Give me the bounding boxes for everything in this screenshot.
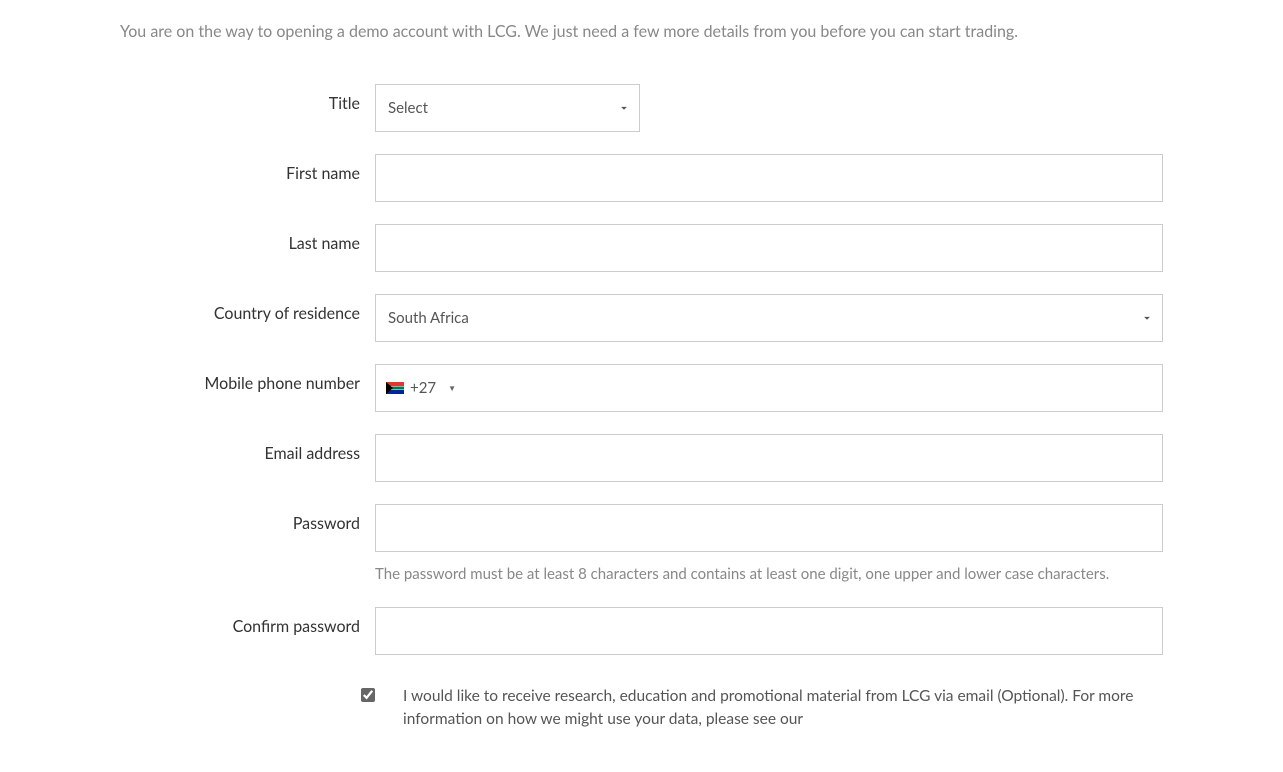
password-row: Password The password must be at least 8… (120, 504, 1163, 585)
phone-input-wrap[interactable]: +27 ▼ (375, 364, 1163, 412)
south-africa-flag-icon (386, 382, 404, 394)
marketing-consent-checkbox[interactable] (361, 688, 375, 702)
marketing-consent-row: I would like to receive research, educat… (120, 685, 1163, 732)
password-input[interactable] (375, 504, 1163, 552)
first-name-input[interactable] (375, 154, 1163, 202)
email-input[interactable] (375, 434, 1163, 482)
confirm-password-label: Confirm password (120, 607, 375, 636)
last-name-label: Last name (120, 224, 375, 253)
title-label: Title (120, 84, 375, 113)
email-label: Email address (120, 434, 375, 463)
confirm-password-input[interactable] (375, 607, 1163, 655)
last-name-row: Last name (120, 224, 1163, 272)
confirm-password-row: Confirm password (120, 607, 1163, 655)
phone-row: Mobile phone number +27 ▼ (120, 364, 1163, 412)
password-help-text: The password must be at least 8 characte… (375, 564, 1163, 585)
first-name-label: First name (120, 154, 375, 183)
password-label: Password (120, 504, 375, 533)
marketing-consent-text: I would like to receive research, educat… (375, 685, 1135, 732)
email-row: Email address (120, 434, 1163, 482)
first-name-row: First name (120, 154, 1163, 202)
country-select[interactable]: South Africa (375, 294, 1163, 342)
intro-text: You are on the way to opening a demo acc… (120, 20, 1163, 44)
title-select[interactable]: Select (375, 84, 640, 132)
title-row: Title Select (120, 84, 1163, 132)
dial-code: +27 (410, 379, 436, 397)
phone-label: Mobile phone number (120, 364, 375, 393)
chevron-down-icon: ▼ (448, 383, 456, 393)
last-name-input[interactable] (375, 224, 1163, 272)
country-label: Country of residence (120, 294, 375, 323)
country-row: Country of residence South Africa (120, 294, 1163, 342)
